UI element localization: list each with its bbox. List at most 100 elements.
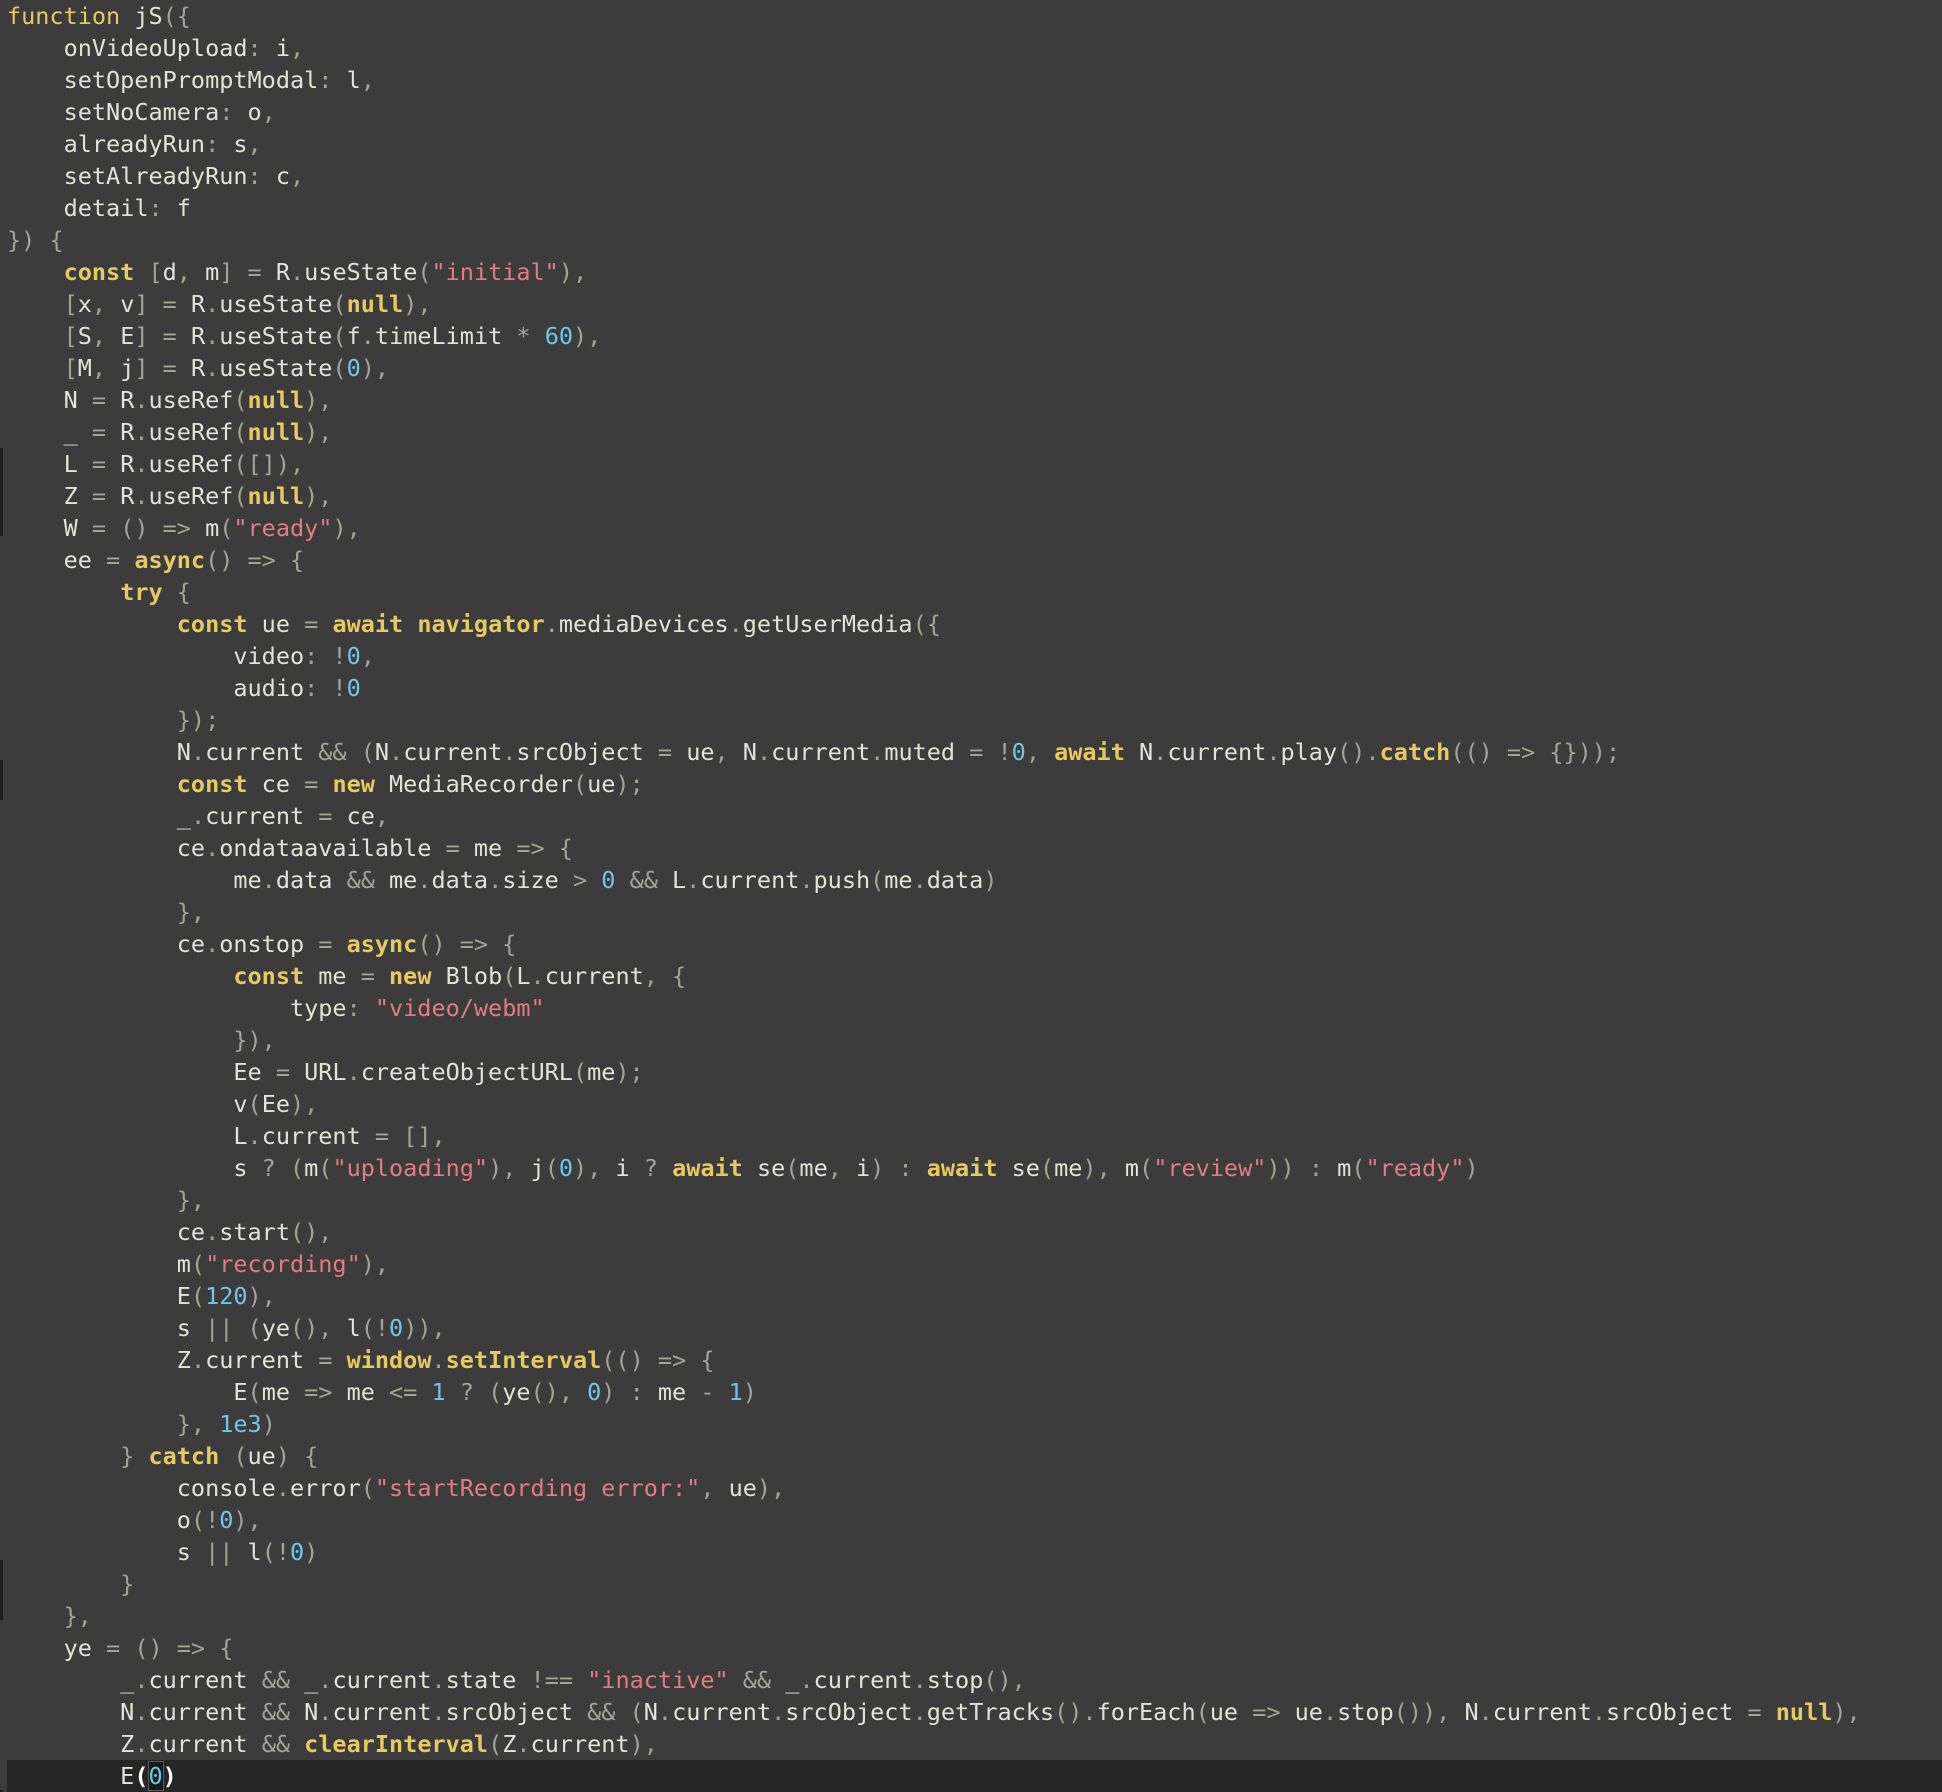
code-line[interactable]: o(!0), (7, 1504, 1942, 1536)
code-token: }), (7, 1026, 276, 1054)
code-line[interactable]: console.error("startRecording error:", u… (7, 1472, 1942, 1504)
code-line[interactable]: type: "video/webm" (7, 992, 1942, 1024)
code-line[interactable]: [M, j] = R.useState(0), (7, 352, 1942, 384)
code-token: , (176, 258, 206, 286)
code-line[interactable]: Z = R.useRef(null), (7, 480, 1942, 512)
code-token: && (728, 1666, 786, 1694)
code-editor[interactable]: function jS({ onVideoUpload: i, setOpenP… (0, 0, 1942, 1792)
code-line[interactable]: N.current && (N.current.srcObject = ue, … (7, 736, 1942, 768)
code-line[interactable]: _ = R.useRef(null), (7, 416, 1942, 448)
code-token: (), (289, 1314, 347, 1342)
code-token: ] = (134, 290, 177, 318)
code-token: ( (417, 258, 432, 286)
code-token: ), (332, 514, 361, 542)
code-line[interactable]: }, (7, 896, 1942, 928)
code-line[interactable]: }); (7, 704, 1942, 736)
code-line[interactable]: const me = new Blob(L.current, { (7, 960, 1942, 992)
code-line[interactable]: }, (7, 1600, 1942, 1632)
code-line[interactable]: me.data && me.data.size > 0 && L.current… (7, 864, 1942, 896)
code-line[interactable]: ce.ondataavailable = me => { (7, 832, 1942, 864)
code-line[interactable]: ce.start(), (7, 1216, 1942, 1248)
code-line[interactable]: _.current && _.current.state !== "inacti… (7, 1664, 1942, 1696)
code-line[interactable]: }) { (7, 224, 1942, 256)
code-token: R (176, 354, 206, 382)
gutter-change-marker (0, 448, 3, 508)
code-token: _ (7, 1666, 135, 1694)
code-line[interactable]: ee = async() => { (7, 544, 1942, 576)
code-token: : (247, 162, 262, 190)
code-token: ee (7, 546, 92, 574)
code-line[interactable]: }), (7, 1024, 1942, 1056)
code-line[interactable]: }, (7, 1184, 1942, 1216)
code-line[interactable]: ce.onstop = async() => { (7, 928, 1942, 960)
code-token: => (1238, 1698, 1281, 1726)
code-line[interactable]: const ue = await navigator.mediaDevices.… (7, 608, 1942, 640)
code-token: , (374, 802, 390, 830)
code-token: stop (1337, 1698, 1394, 1726)
code-line[interactable]: E(0) (7, 1760, 1942, 1792)
code-line[interactable]: E(120), (7, 1280, 1942, 1312)
code-token: ), (756, 1474, 786, 1502)
code-token: )), (403, 1314, 446, 1342)
code-line[interactable]: _.current = ce, (7, 800, 1942, 832)
code-line[interactable]: function jS({ (7, 0, 1942, 32)
code-token: ), (304, 386, 333, 414)
code-token: _ (7, 418, 78, 446)
code-line[interactable]: const ce = new MediaRecorder(ue); (7, 768, 1942, 800)
code-token: )) : (1266, 1154, 1338, 1182)
code-token: srcObject (1605, 1698, 1734, 1726)
code-line[interactable]: v(Ee), (7, 1088, 1942, 1120)
code-token: E (7, 1762, 135, 1790)
code-token: i (856, 1154, 871, 1182)
code-line[interactable]: W = () => m("ready"), (7, 512, 1942, 544)
code-line[interactable]: setNoCamera: o, (7, 96, 1942, 128)
code-token: R (106, 450, 135, 478)
code-token: N (7, 1698, 135, 1726)
code-line[interactable]: Z.current && clearInterval(Z.current), (7, 1728, 1942, 1760)
code-token: current (700, 866, 800, 894)
code-line[interactable]: Ee = URL.createObjectURL(me); (7, 1056, 1942, 1088)
code-line[interactable]: s ? (m("uploading"), j(0), i ? await se(… (7, 1152, 1942, 1184)
code-token: . (205, 354, 220, 382)
code-line[interactable]: video: !0, (7, 640, 1942, 672)
code-line[interactable]: Z.current = window.setInterval(() => { (7, 1344, 1942, 1376)
code-token: = (289, 770, 333, 798)
code-token: state (445, 1666, 517, 1694)
code-line[interactable]: setOpenPromptModal: l, (7, 64, 1942, 96)
code-token: current (261, 1122, 361, 1150)
code-line[interactable]: } (7, 1568, 1942, 1600)
code-token: current (148, 1730, 248, 1758)
code-line[interactable]: m("recording"), (7, 1248, 1942, 1280)
code-line[interactable]: [S, E] = R.useState(f.timeLimit * 60), (7, 320, 1942, 352)
code-line[interactable]: } catch (ue) { (7, 1440, 1942, 1472)
code-line[interactable]: L.current = [], (7, 1120, 1942, 1152)
code-line[interactable]: s || l(!0) (7, 1536, 1942, 1568)
code-line[interactable]: s || (ye(), l(!0)), (7, 1312, 1942, 1344)
code-line[interactable]: N.current && N.current.srcObject && (N.c… (7, 1696, 1942, 1728)
code-token: [ (7, 322, 78, 350)
code-token: 0 (289, 1538, 305, 1566)
code-line[interactable]: alreadyRun: s, (7, 128, 1942, 160)
code-line[interactable]: onVideoUpload: i, (7, 32, 1942, 64)
code-token: = (304, 930, 347, 958)
code-line[interactable]: audio: !0 (7, 672, 1942, 704)
code-token: size (502, 866, 559, 894)
code-line[interactable]: [x, v] = R.useState(null), (7, 288, 1942, 320)
code-token: j (530, 1154, 545, 1182)
code-token: E (7, 1378, 248, 1406)
code-line[interactable]: L = R.useRef([]), (7, 448, 1942, 480)
code-token: ondataavailable (219, 834, 432, 862)
code-token: . (912, 1666, 927, 1694)
code-token: ( (233, 418, 248, 446)
code-line[interactable]: ye = () => { (7, 1632, 1942, 1664)
code-line[interactable]: const [d, m] = R.useState("initial"), (7, 256, 1942, 288)
code-line[interactable]: detail: f (7, 192, 1942, 224)
code-line[interactable]: E(me => me <= 1 ? (ye(), 0) : me - 1) (7, 1376, 1942, 1408)
code-line[interactable]: }, 1e3) (7, 1408, 1942, 1440)
gutter-change-marker (0, 1560, 3, 1620)
code-line[interactable]: N = R.useRef(null), (7, 384, 1942, 416)
code-token: "uploading" (332, 1154, 489, 1182)
code-line[interactable]: try { (7, 576, 1942, 608)
code-token: (). (1054, 1698, 1097, 1726)
code-line[interactable]: setAlreadyRun: c, (7, 160, 1942, 192)
